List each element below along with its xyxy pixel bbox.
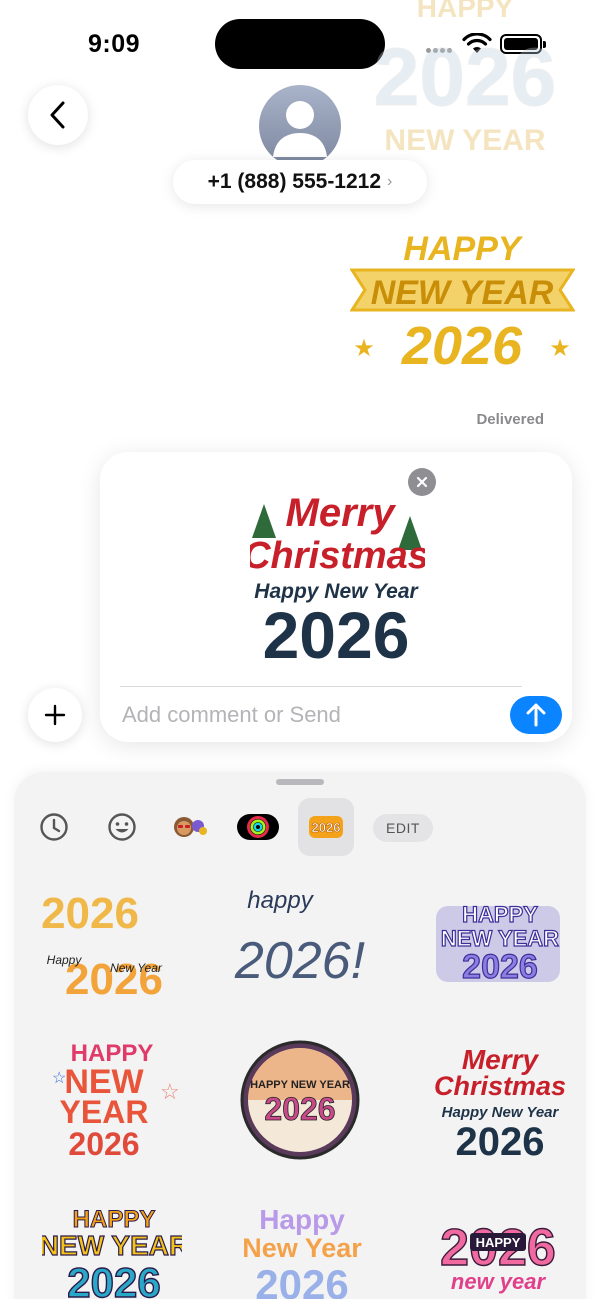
recents-clock-icon — [40, 813, 68, 841]
ghost-text-newyear: NEW YEAR — [384, 124, 545, 157]
memoji-icon — [174, 817, 207, 837]
close-icon — [416, 476, 428, 488]
floating-sticker-ghost: HAPPY 2026 NEW YEAR — [373, 0, 556, 157]
sticker-9-happy: HAPPY — [476, 1235, 521, 1250]
sent-sticker-message[interactable]: HAPPY NEW YEAR 2026 ★ ★ — [350, 228, 575, 373]
sticker-1-digits-a: 2026 — [42, 889, 139, 938]
sticker-grid-item[interactable]: Merry Christmas Happy New Year 2026 — [434, 1037, 574, 1167]
contact-phone: +1 (888) 555-1212 — [207, 170, 382, 193]
preview-christmas: Christmas — [250, 535, 425, 577]
preview-number: 2026 — [263, 598, 410, 664]
tab-memoji[interactable] — [162, 798, 218, 856]
sticker-grid-item[interactable]: HAPPY NEW YEAR 2026 ☆ ☆ — [42, 1037, 182, 1167]
chevron-left-icon — [50, 101, 65, 129]
sticker-6-happy-new-year: Happy New Year — [442, 1104, 560, 1121]
sticker-grid-item[interactable]: happy 2026! — [230, 882, 370, 1012]
sticker-1-newyear: New Year — [110, 961, 163, 975]
ghost-text-number: 2026 — [374, 32, 556, 123]
sticker-7-number: 2026 — [67, 1259, 160, 1299]
svg-text:★: ★ — [353, 335, 375, 362]
sticker-8-happy: Happy — [259, 1204, 345, 1235]
sent-sticker-number: 2026 — [401, 316, 523, 373]
sticker-1-happy: Happy — [47, 953, 83, 967]
compose-divider — [120, 686, 522, 687]
delivered-status: Delivered — [476, 411, 544, 428]
remove-attachment-button[interactable] — [408, 468, 436, 496]
send-button[interactable] — [510, 696, 562, 734]
svg-text:★: ★ — [549, 335, 571, 362]
sent-sticker-happy: HAPPY — [403, 230, 523, 268]
preview-merry: Merry — [286, 491, 397, 535]
sticker-5-number: 2026 — [264, 1091, 335, 1127]
drawer-grabber[interactable] — [276, 779, 324, 785]
sticker-3-happy: HAPPY — [462, 902, 538, 927]
sticker-grid-item[interactable]: HAPPY NEW YEAR 2026 — [236, 1034, 376, 1164]
tab-sticker-pack[interactable]: 2026 — [298, 798, 354, 856]
sticker-6-christmas: Christmas — [434, 1071, 566, 1101]
sticker-5-happy-new-year: HAPPY NEW YEAR — [250, 1079, 350, 1091]
sent-sticker-newyear: NEW YEAR — [371, 274, 554, 312]
person-silhouette-icon — [273, 101, 327, 157]
svg-text:☆: ☆ — [52, 1070, 66, 1087]
sticker-2-happy: happy — [247, 887, 314, 914]
sticker-grid-item[interactable]: Happy New Year 2026 — [234, 1197, 374, 1299]
compose-card: Merry Christmas Happy New Year 2026 — [100, 452, 572, 742]
tab-recents[interactable] — [26, 798, 82, 856]
sticker-pack-icon-label: 2026 — [312, 820, 341, 835]
sticker-6-number: 2026 — [456, 1120, 545, 1164]
sticker-drawer: 2026 EDIT 2026 2026 Happy New Year happy… — [14, 772, 586, 1299]
activity-rings-icon — [237, 814, 279, 840]
sticker-grid-item[interactable]: HAPPY NEW YEAR 2026 — [42, 1197, 182, 1299]
attached-sticker-preview[interactable]: Merry Christmas Happy New Year 2026 — [250, 474, 425, 664]
add-attachment-button[interactable] — [28, 688, 82, 742]
sticker-2-number: 2026! — [234, 932, 365, 990]
chevron-right-icon: › — [387, 173, 393, 190]
sticker-9-newyear: new year — [451, 1269, 547, 1294]
status-time: 9:09 — [88, 30, 141, 58]
sticker-4-number: 2026 — [68, 1126, 139, 1162]
tab-emoji[interactable] — [94, 798, 150, 856]
sticker-grid-item[interactable]: 2026 HAPPY new year — [430, 1197, 570, 1299]
sticker-3-number: 2026 — [462, 948, 538, 986]
plus-icon — [44, 704, 66, 726]
sticker-grid-item[interactable]: HAPPY NEW YEAR 2026 — [428, 882, 568, 1012]
ghost-text-happy: HAPPY — [417, 0, 514, 23]
edit-stickers-button[interactable]: EDIT — [373, 814, 433, 842]
comment-input[interactable] — [122, 698, 502, 732]
emoji-face-icon — [108, 813, 136, 841]
sticker-8-newyear: New Year — [242, 1233, 362, 1263]
svg-text:☆: ☆ — [160, 1079, 180, 1104]
sticker-pack-2026-icon: 2026 — [309, 816, 343, 838]
sticker-grid-item[interactable]: 2026 2026 Happy New Year — [42, 882, 182, 1012]
sticker-4-year: YEAR — [60, 1094, 149, 1130]
sticker-7-happy: HAPPY — [73, 1206, 156, 1233]
sticker-7-newyear: NEW YEAR — [42, 1230, 182, 1261]
sticker-8-number: 2026 — [255, 1261, 348, 1299]
contact-name-button[interactable]: +1 (888) 555-1212 › — [173, 160, 427, 204]
tab-activity[interactable] — [230, 798, 286, 856]
sticker-tabs: 2026 — [14, 798, 586, 856]
arrow-up-icon — [526, 703, 546, 727]
contact-avatar[interactable] — [259, 85, 341, 167]
back-button[interactable] — [28, 85, 88, 145]
